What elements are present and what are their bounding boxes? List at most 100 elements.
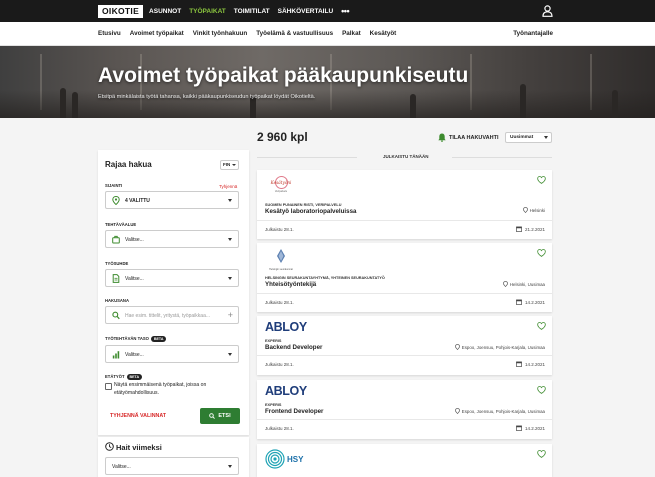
chevron-down-icon — [228, 238, 232, 241]
heart-icon[interactable] — [537, 249, 546, 257]
nav-item-toimitilat[interactable]: TOIMITILAT — [234, 8, 270, 15]
job-location: Espoo, Joensuu, Pohjois-Karjala, Uusimaa — [454, 344, 545, 350]
heart-icon[interactable] — [537, 386, 546, 394]
location-pin-icon — [503, 281, 508, 287]
location-pin-icon — [454, 344, 460, 350]
clear-location-link[interactable]: Tyhjennä — [219, 184, 237, 189]
job-card[interactable]: ABLOY EXPERIS Backend Developer Espoo, J… — [257, 316, 552, 375]
location-pin-icon — [454, 408, 460, 414]
briefcase-icon — [112, 235, 120, 244]
employment-select[interactable]: Valitse... — [105, 269, 239, 287]
search-button[interactable]: ETSI — [200, 408, 240, 424]
nav-item-asunnot[interactable]: ASUNNOT — [149, 8, 181, 15]
job-card[interactable]: Kesätyöni Veripalvelu SUOMEN PUNAINEN RI… — [257, 170, 552, 239]
clock-icon — [105, 442, 114, 451]
location-select[interactable]: 4 VALITTU — [105, 191, 239, 209]
subnav-employer-link[interactable]: Työnantajalle — [513, 30, 553, 37]
remote-checkbox-label[interactable]: Näytä ensimmäisenä työpaikat, joissa on … — [114, 382, 224, 397]
job-due-date: 14.2.2021 — [516, 299, 545, 305]
recent-searches-panel: Hait viimeksi Valitse... — [98, 437, 249, 477]
job-company: EXPERIS — [265, 403, 282, 407]
job-due-date: 14.2.2021 — [516, 361, 545, 367]
clear-all-button[interactable]: TYHJENNÄ VALINNAT — [110, 413, 166, 419]
company-logo: Helsingin seurakunnat — [265, 249, 297, 273]
job-company: HELSINGIN SEURAKUNTAYHTYMÄ, YHTEINEN SEU… — [265, 276, 385, 280]
job-location-text: Helsinki, Uusimaa — [509, 281, 545, 287]
subnav-kesatyot[interactable]: Kesätyöt — [370, 30, 397, 37]
heart-icon[interactable] — [537, 176, 546, 184]
company-logo: ABLOY — [265, 320, 307, 334]
job-published: Julkaistu 28.1. — [265, 362, 294, 367]
job-company: SUOMEN PUNAINEN RISTI, VERIPALVELU — [265, 203, 342, 207]
job-title[interactable]: Backend Developer — [265, 344, 322, 351]
divider — [257, 220, 552, 221]
chevron-down-icon — [232, 164, 236, 166]
result-count: 2 960 kpl — [257, 130, 308, 144]
job-due-text: 14.2.2021 — [524, 425, 545, 431]
job-location-text: Helsinki — [529, 207, 545, 213]
nav-item-tyopaikat[interactable]: TYÖPAIKAT — [189, 8, 226, 15]
subnav-vinkit[interactable]: Vinkit työnhakuun — [193, 30, 247, 37]
oikotie-logo[interactable]: OIKOTIE — [98, 4, 144, 18]
heart-icon[interactable] — [537, 450, 546, 458]
beta-badge: Beta — [126, 374, 143, 380]
job-card[interactable]: Helsingin seurakunnat HELSINGIN SEURAKUN… — [257, 243, 552, 312]
employment-placeholder: Valitse... — [125, 276, 144, 282]
logo-text: HSY — [287, 454, 304, 464]
level-placeholder: Valitse... — [125, 352, 144, 358]
search-icon — [209, 413, 216, 419]
language-value: FIN — [223, 162, 231, 167]
job-due-date: 14.2.2021 — [516, 425, 545, 431]
search-watch-label: TILAA HAKUVAHTI — [449, 134, 499, 141]
employment-filter-label: TYÖSUHDE — [105, 261, 129, 266]
nav-item-sahkovertailu[interactable]: SÄHKÖVERTAILU — [278, 8, 334, 15]
user-icon[interactable] — [542, 5, 553, 17]
chevron-down-icon — [544, 136, 548, 139]
subnav-tyoelama[interactable]: Työelämä & vastuullisuus — [256, 30, 333, 37]
logo-text: Kesätyöni — [270, 180, 292, 185]
calendar-icon — [516, 226, 522, 232]
level-select[interactable]: Valitse... — [105, 345, 239, 363]
job-card[interactable]: ABLOY EXPERIS Frontend Developer Espoo, … — [257, 380, 552, 439]
task-select[interactable]: Valitse... — [105, 230, 239, 248]
recent-searches-select[interactable]: Valitse... — [105, 457, 239, 475]
job-title[interactable]: Kesätyö laboratoriopalveluissa — [265, 208, 356, 215]
plus-icon[interactable]: + — [228, 310, 233, 320]
sort-select[interactable]: Uusimmat — [505, 132, 552, 143]
job-card[interactable]: HSY — [257, 444, 552, 477]
page-subtitle: Etsitpä minkälaista työtä tahansa, kaikk… — [98, 94, 316, 100]
job-published: Julkaistu 28.1. — [265, 426, 294, 431]
hero-photo-person — [520, 84, 526, 118]
remote-checkbox[interactable] — [105, 383, 112, 390]
level-filter-label: TYÖTEHTÄVÄN TASO Beta — [105, 336, 167, 342]
published-today-label: JULKAISTU TÄNÄÄN — [380, 154, 432, 159]
subnav-etusivu[interactable]: Etusivu — [98, 30, 121, 37]
hero-photo-person — [72, 92, 78, 118]
task-filter-label: TEHTÄVÄALUE — [105, 222, 137, 227]
logo-text: Helsingin seurakunnat — [269, 268, 293, 271]
level-filter-label-text: TYÖTEHTÄVÄN TASO — [105, 336, 149, 342]
job-published: Julkaistu 28.1. — [265, 300, 294, 305]
sub-navigation: Etusivu Avoimet työpaikat Vinkit työnhak… — [0, 22, 655, 46]
search-watch-button[interactable]: TILAA HAKUVAHTI — [438, 133, 499, 142]
hero-photo-person — [612, 90, 618, 118]
job-location-text: Espoo, Joensuu, Pohjois-Karjala, Uusimaa — [461, 344, 545, 350]
language-select[interactable]: FIN — [220, 160, 239, 170]
job-title[interactable]: Yhteisötyöntekijä — [265, 281, 316, 288]
document-icon — [112, 274, 120, 283]
top-navigation: OIKOTIE ASUNNOT TYÖPAIKAT TOIMITILAT SÄH… — [0, 0, 655, 22]
search-icon — [112, 311, 120, 320]
keyword-input[interactable]: Hae esim. tittelit, yritystä, työpaikkaa… — [105, 306, 239, 324]
hero-banner: Avoimet työpaikat pääkaupunkiseutu Etsit… — [0, 46, 655, 118]
company-logo: Kesätyöni Veripalvelu — [265, 176, 297, 200]
heart-icon[interactable] — [537, 322, 546, 330]
subnav-avoimet-tyopaikat[interactable]: Avoimet työpaikat — [130, 30, 184, 37]
remote-filter-label-text: ETÄTYÖT — [105, 374, 125, 380]
chevron-down-icon — [228, 277, 232, 280]
job-due-text: 21.2.2021 — [524, 226, 545, 232]
job-title[interactable]: Frontend Developer — [265, 408, 323, 415]
more-menu-icon[interactable]: ••• — [341, 6, 349, 16]
hsy-logo-icon — [265, 449, 285, 469]
subnav-palkat[interactable]: Palkat — [342, 30, 361, 37]
remote-filter-label: ETÄTYÖT Beta — [105, 374, 143, 380]
